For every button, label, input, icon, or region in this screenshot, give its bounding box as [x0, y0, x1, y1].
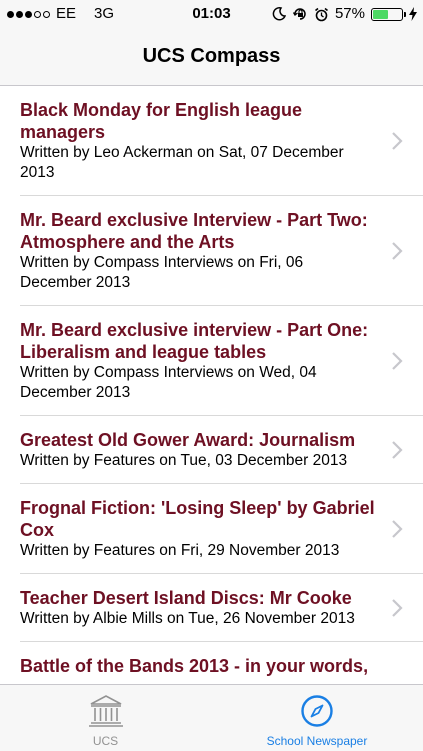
status-bar: EE 3G 01:03 57% [0, 0, 423, 28]
article-row[interactable]: Greatest Old Gower Award: Journalism Wri… [20, 416, 423, 484]
article-title: Mr. Beard exclusive interview - Part One… [20, 320, 369, 362]
page-title: UCS Compass [142, 45, 281, 67]
article-byline: Written by Albie Mills on Tue, 26 Novemb… [20, 610, 355, 627]
chevron-right-icon [392, 131, 403, 150]
article-row[interactable]: Mr. Beard exclusive interview - Part One… [20, 306, 423, 416]
article-byline: Written by Features on Fri, 29 November … [20, 542, 340, 559]
article-list[interactable]: Black Monday for English league managers… [0, 86, 423, 684]
article-row[interactable]: Mr. Beard exclusive Interview - Part Two… [20, 196, 423, 306]
article-byline: Written by Features on Tue, 03 December … [20, 452, 348, 469]
article-title: Battle of the Bands 2013 - in your words… [20, 656, 369, 676]
tab-bar: UCS School Newspaper [0, 684, 423, 751]
charging-bolt-icon [409, 7, 417, 21]
chevron-right-icon [392, 241, 403, 260]
article-row[interactable]: Black Monday for English league managers… [20, 86, 423, 196]
battery-fill [373, 9, 389, 19]
tab-ucs[interactable]: UCS [0, 685, 211, 751]
navigation-bar: UCS Compass [0, 28, 423, 86]
institution-icon [88, 695, 123, 727]
alarm-icon [314, 7, 328, 21]
battery-percent: 57% [334, 5, 365, 22]
article-row[interactable]: Frognal Fiction: 'Losing Sleep' by Gabri… [20, 484, 423, 574]
moon-icon [272, 7, 286, 21]
chevron-right-icon [392, 519, 403, 538]
article-byline: Written by Compass Interviews on Wed, 04… [20, 364, 317, 401]
article-row[interactable]: Teacher Desert Island Discs: Mr Cooke Wr… [20, 574, 423, 642]
article-title: Teacher Desert Island Discs: Mr Cooke [20, 588, 352, 608]
article-byline: Written by Leo Ackerman on Sat, 07 Decem… [20, 144, 344, 181]
article-title: Frognal Fiction: 'Losing Sleep' by Gabri… [20, 498, 375, 540]
article-row[interactable]: Battle of the Bands 2013 - in your words… [20, 642, 423, 684]
battery-icon [371, 7, 406, 21]
chevron-right-icon [392, 598, 403, 617]
tab-label-school-newspaper: School Newspaper [266, 734, 368, 748]
chevron-right-icon [392, 351, 403, 370]
tab-school-newspaper[interactable]: School Newspaper [211, 685, 423, 751]
article-title: Mr. Beard exclusive Interview - Part Two… [20, 210, 368, 252]
rotation-lock-icon [292, 8, 306, 20]
chevron-right-icon [392, 440, 403, 459]
article-byline: Written by Compass Interviews on Fri, 06… [20, 254, 304, 291]
tab-label-ucs: UCS [92, 734, 119, 748]
status-right: 57% [272, 0, 417, 28]
article-title: Black Monday for English league managers [20, 100, 303, 142]
article-title: Greatest Old Gower Award: Journalism [20, 430, 356, 450]
compass-icon [301, 695, 333, 727]
